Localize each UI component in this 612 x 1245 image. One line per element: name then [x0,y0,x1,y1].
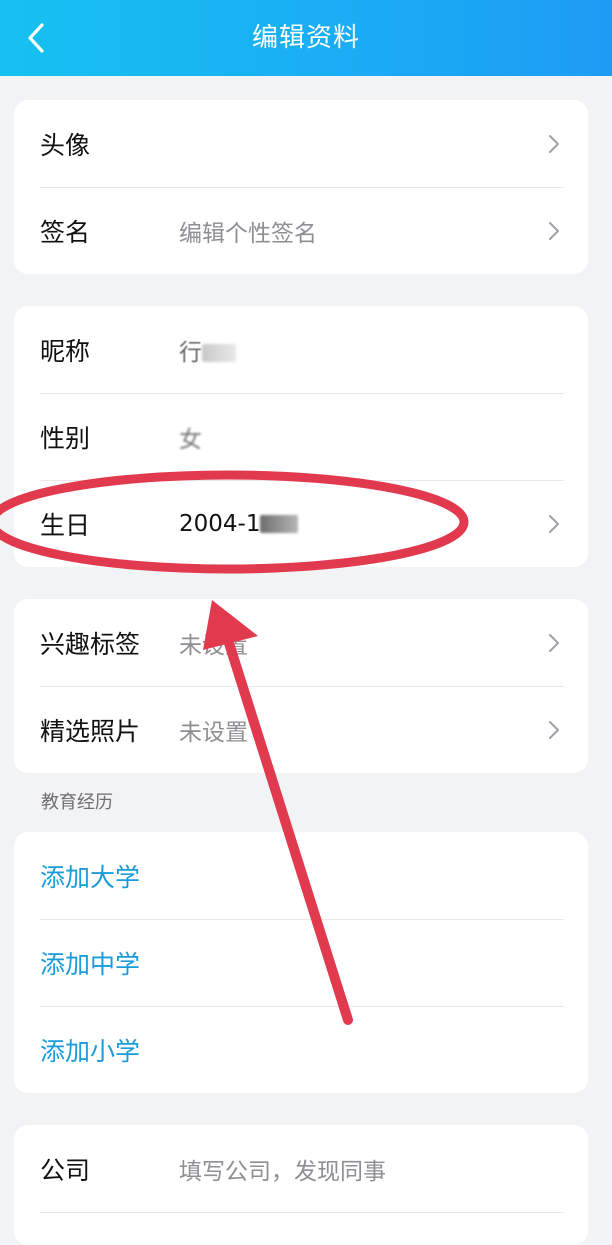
birthday-row[interactable]: 生日 2004-1 [14,480,588,567]
signature-label: 签名 [40,217,91,247]
avatar-label: 头像 [40,130,91,160]
gender-value-text: 女 [179,426,202,453]
basic-card: 头像 签名 编辑个性签名 [14,100,588,274]
photos-value: 未设置 [179,719,248,746]
header-bar: 编辑资料 [0,0,612,76]
education-section-title: 教育经历 [41,792,113,813]
birthday-value-text: 2004-1 [179,510,261,537]
birthday-label: 生日 [40,510,91,540]
nickname-value: 行 [179,333,236,367]
add-primary-school-row[interactable]: 添加小学 [14,1006,588,1093]
signature-placeholder: 编辑个性签名 [179,220,317,247]
profile-card: 昵称 行 性别 女 生日 2004-1 [14,306,588,567]
add-middle-school-link[interactable]: 添加中学 [40,945,140,981]
company-row[interactable]: 公司 填写公司，发现同事 [14,1125,588,1212]
redaction-blur [202,344,236,362]
chevron-right-icon [549,514,559,533]
signature-row[interactable]: 签名 编辑个性签名 [14,187,588,274]
chevron-right-icon [549,221,559,240]
add-university-link[interactable]: 添加大学 [40,858,140,894]
interests-card: 兴趣标签 未设置 精选照片 未设置 [14,599,588,773]
interests-label: 兴趣标签 [40,629,141,659]
chevron-left-icon [28,23,44,53]
add-university-row[interactable]: 添加大学 [14,832,588,919]
birthday-value: 2004-1 [179,510,299,537]
chevron-right-icon [549,720,559,739]
nickname-value-text: 行 [179,339,202,366]
company-row-next [14,1212,588,1245]
gender-value: 女 [179,420,202,454]
nickname-row[interactable]: 昵称 行 [14,306,588,393]
chevron-right-icon [549,633,559,652]
gender-label: 性别 [40,423,91,453]
redaction-blur [260,515,299,533]
photos-row[interactable]: 精选照片 未设置 [14,686,588,773]
interests-row[interactable]: 兴趣标签 未设置 [14,599,588,686]
avatar-row[interactable]: 头像 [14,100,588,187]
add-primary-school-link[interactable]: 添加小学 [40,1032,140,1068]
add-middle-school-row[interactable]: 添加中学 [14,919,588,1006]
back-button[interactable] [14,16,58,60]
page-title: 编辑资料 [251,23,360,53]
company-placeholder: 填写公司，发现同事 [179,1158,386,1185]
gender-row[interactable]: 性别 女 [14,393,588,480]
company-card: 公司 填写公司，发现同事 [14,1125,588,1245]
nickname-label: 昵称 [40,336,91,366]
chevron-right-icon [549,134,559,153]
photos-label: 精选照片 [40,716,141,746]
interests-value: 未设置 [179,632,248,659]
education-card: 添加大学 添加中学 添加小学 [14,832,588,1093]
company-label: 公司 [40,1155,91,1185]
